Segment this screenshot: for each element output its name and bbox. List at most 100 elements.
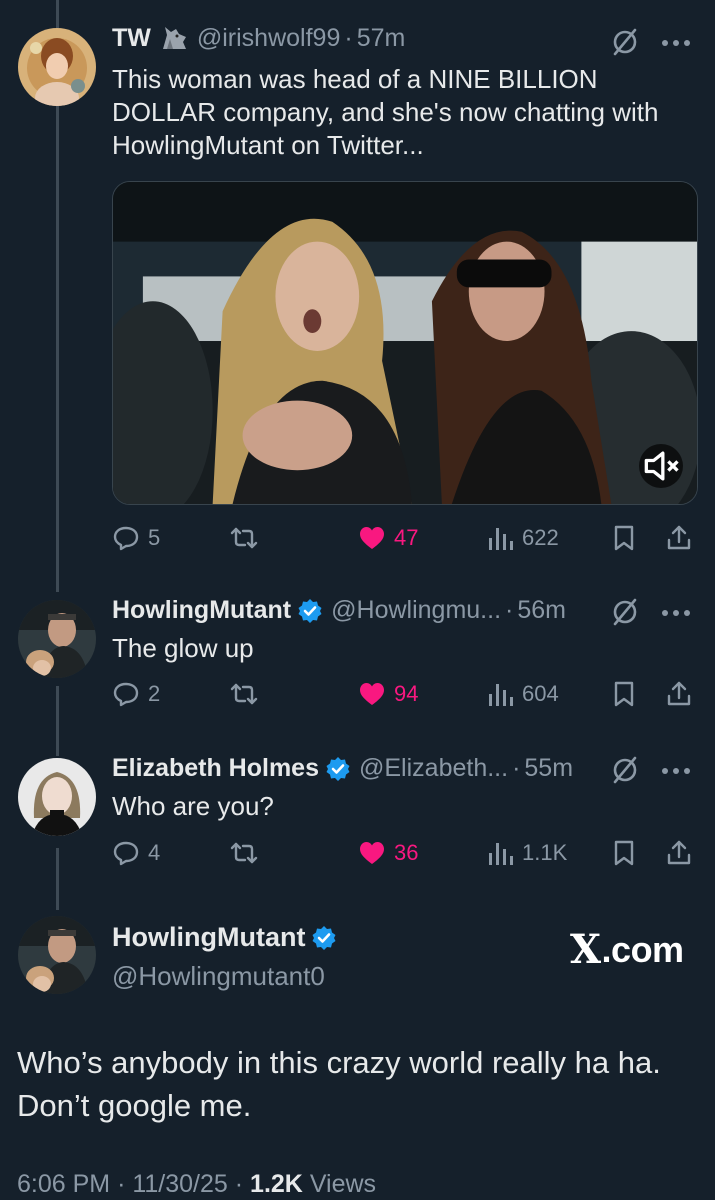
views-label: Views <box>309 1170 377 1198</box>
views-button[interactable]: 1.1K <box>486 833 567 873</box>
avatar-elizabeth-holmes[interactable] <box>18 758 96 836</box>
views-button[interactable]: 622 <box>486 518 559 558</box>
verified-icon <box>298 598 322 623</box>
tweet-date[interactable]: 11/30/25 <box>132 1170 227 1198</box>
tweet-video[interactable] <box>112 181 698 505</box>
thread-line-2 <box>56 686 59 756</box>
retweet-icon <box>230 527 258 549</box>
separator-dot: · <box>512 754 521 782</box>
share-icon <box>667 525 691 550</box>
separator-dot: · <box>117 1170 126 1198</box>
reply-button[interactable]: 2 <box>112 674 160 714</box>
retweet-icon <box>230 683 258 705</box>
wolf-emoji-icon <box>162 26 186 49</box>
reply-button[interactable]: 5 <box>112 518 160 558</box>
reply-count: 5 <box>148 525 161 550</box>
more-icon[interactable] <box>661 766 691 776</box>
retweet-button[interactable] <box>230 518 258 558</box>
tweet-timestamp[interactable]: 6:06 PM <box>17 1170 110 1198</box>
reply-icon <box>113 841 139 866</box>
views-count: 604 <box>522 681 559 706</box>
retweet-button[interactable] <box>230 833 258 873</box>
x-com-watermark: X .com <box>570 926 684 973</box>
mute-icon[interactable] <box>609 754 641 786</box>
more-icon[interactable] <box>661 608 691 618</box>
author-name[interactable]: HowlingMutant <box>112 596 291 625</box>
tweet-meta: 6:06 PM · 11/30/25 · 1.2K Views <box>17 1170 376 1199</box>
verified-icon <box>312 925 336 950</box>
author-name[interactable]: TW <box>112 24 151 53</box>
like-count: 94 <box>394 681 419 706</box>
bookmark-button[interactable] <box>610 674 638 714</box>
avatar-focus-howlingmutant[interactable] <box>18 916 96 994</box>
more-icon[interactable] <box>661 38 691 48</box>
author-handle[interactable]: @Howlingmu... <box>331 596 501 625</box>
reply-count: 2 <box>148 681 161 706</box>
tweet-header: Elizabeth Holmes @Elizabeth... · 55m <box>112 754 573 783</box>
avatar-howlingmutant[interactable] <box>18 600 96 678</box>
like-count: 36 <box>394 840 419 865</box>
tweet-time[interactable]: 55m <box>524 754 573 783</box>
avatar-tw[interactable] <box>18 28 96 106</box>
thread-line-top <box>56 0 59 28</box>
views-total: 1.2K <box>250 1170 303 1198</box>
retweet-icon <box>230 842 258 864</box>
mute-icon[interactable] <box>609 26 641 58</box>
author-handle[interactable]: @Elizabeth... <box>359 754 508 783</box>
bookmark-icon <box>614 840 634 866</box>
tweet-header: HowlingMutant @Howlingmu... · 56m <box>112 596 566 625</box>
like-count: 47 <box>394 525 419 550</box>
focus-author-name[interactable]: HowlingMutant <box>112 922 305 953</box>
focus-tweet-text: Who’s anybody in this crazy world really… <box>17 1045 661 1123</box>
watermark-text: .com <box>601 928 685 970</box>
reply-icon <box>113 526 139 551</box>
video-frame <box>113 182 697 504</box>
author-handle[interactable]: @irishwolf99 <box>197 24 340 53</box>
sound-off-button[interactable] <box>639 444 683 488</box>
reply-count: 4 <box>148 840 161 865</box>
share-button[interactable] <box>665 833 693 873</box>
focus-author-handle[interactable]: @Howlingmutant0 <box>112 961 337 992</box>
views-button[interactable]: 604 <box>486 674 559 714</box>
heart-icon <box>360 683 384 705</box>
separator-dot: · <box>344 24 353 52</box>
views-count: 1.1K <box>522 840 568 865</box>
tweet-time[interactable]: 57m <box>357 24 406 53</box>
focus-header: HowlingMutant @Howlingmutant0 <box>112 922 337 992</box>
tweet-actions: 5 47 622 <box>112 518 697 558</box>
views-icon <box>489 528 513 550</box>
tweet-header: TW @irishwolf99 · 57m <box>112 24 405 53</box>
separator-dot: · <box>505 596 514 624</box>
bookmark-button[interactable] <box>610 833 638 873</box>
bookmark-icon <box>614 525 634 551</box>
mute-icon[interactable] <box>609 596 641 628</box>
bookmark-button[interactable] <box>610 518 638 558</box>
views-count: 622 <box>522 525 559 550</box>
share-icon <box>667 681 691 706</box>
author-name[interactable]: Elizabeth Holmes <box>112 754 319 783</box>
share-button[interactable] <box>665 674 693 714</box>
share-icon <box>667 840 691 865</box>
tweet-text: Who are you? <box>112 791 274 821</box>
heart-icon <box>360 527 384 549</box>
x-logo: X <box>570 926 601 973</box>
bookmark-icon <box>614 681 634 707</box>
tweet-text: The glow up <box>112 633 254 663</box>
sound-off-icon <box>644 451 679 481</box>
tweet-text: This woman was head of a NINE BILLION DO… <box>112 64 659 160</box>
reply-button[interactable]: 4 <box>112 833 160 873</box>
tweet-time[interactable]: 56m <box>517 596 566 625</box>
retweet-button[interactable] <box>230 674 258 714</box>
thread-line-1 <box>56 104 59 592</box>
heart-icon <box>360 842 384 864</box>
views-icon <box>489 843 513 865</box>
like-button[interactable]: 47 <box>358 518 418 558</box>
separator-dot: · <box>234 1170 244 1198</box>
like-button[interactable]: 94 <box>358 674 418 714</box>
verified-icon <box>326 756 350 781</box>
like-button[interactable]: 36 <box>358 833 418 873</box>
tweet-actions: 4 36 1.1K <box>112 833 697 873</box>
views-icon <box>489 684 513 706</box>
thread-line-3 <box>56 848 59 910</box>
share-button[interactable] <box>665 518 693 558</box>
